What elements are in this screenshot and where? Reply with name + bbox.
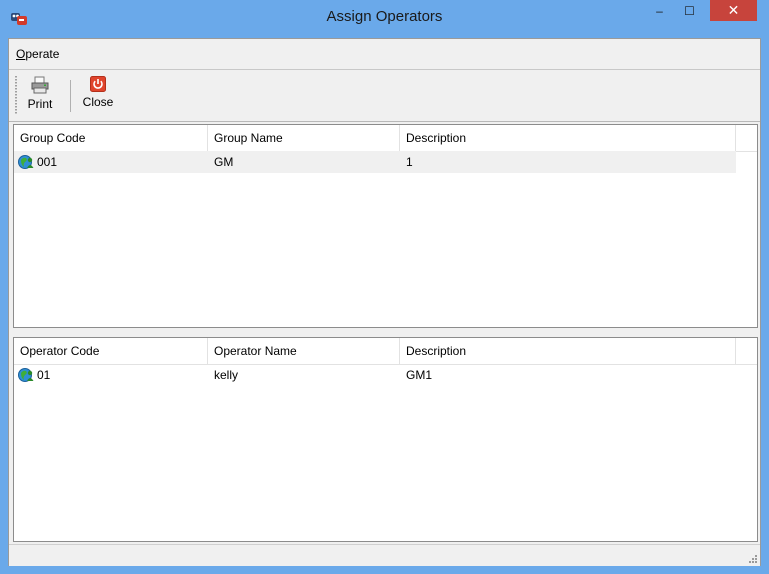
toolbar-grip[interactable] bbox=[15, 76, 17, 114]
toolbar: Print Close bbox=[9, 70, 760, 122]
column-header-filler bbox=[736, 125, 757, 151]
power-icon bbox=[90, 76, 106, 92]
operators-grid-header: Operator Code Operator Name Description bbox=[14, 338, 757, 365]
minimize-button[interactable]: ‒ bbox=[646, 0, 673, 21]
column-header-operator-code[interactable]: Operator Code bbox=[14, 338, 208, 364]
client-area: Operate Print Close Group Code Group Nam… bbox=[8, 38, 761, 566]
column-header-group-code[interactable]: Group Code bbox=[14, 125, 208, 151]
globe-users-icon bbox=[18, 155, 34, 169]
group-code-cell: 001 bbox=[14, 151, 208, 173]
column-header-filler bbox=[736, 338, 757, 364]
menu-operate[interactable]: Operate bbox=[16, 47, 59, 61]
minimize-icon: ‒ bbox=[656, 3, 663, 18]
group-code-value: 001 bbox=[37, 155, 58, 169]
menu-operate-accelerator: O bbox=[16, 47, 26, 61]
close-label: Close bbox=[82, 95, 114, 109]
grid-splitter[interactable] bbox=[13, 329, 758, 335]
operator-code-value: 01 bbox=[37, 368, 51, 382]
column-header-description[interactable]: Description bbox=[400, 125, 736, 151]
printer-icon bbox=[31, 76, 49, 94]
menu-bar: Operate bbox=[9, 39, 760, 70]
column-header-description[interactable]: Description bbox=[400, 338, 736, 364]
operator-code-cell: 01 bbox=[14, 364, 208, 386]
groups-grid-header: Group Code Group Name Description bbox=[14, 125, 757, 152]
resize-grip-icon[interactable] bbox=[747, 553, 757, 563]
menu-operate-label: perate bbox=[25, 47, 60, 61]
operators-grid[interactable]: Operator Code Operator Name Description … bbox=[13, 337, 758, 542]
column-header-group-name[interactable]: Group Name bbox=[208, 125, 400, 151]
close-button[interactable]: Close bbox=[81, 76, 115, 116]
group-name-cell: GM bbox=[214, 155, 234, 169]
print-label: Print bbox=[27, 97, 53, 111]
operator-description-cell: GM1 bbox=[406, 368, 433, 382]
close-window-button[interactable]: ✕ bbox=[710, 0, 757, 21]
operator-name-cell: kelly bbox=[214, 368, 239, 382]
maximize-icon: ☐ bbox=[684, 3, 695, 18]
groups-grid[interactable]: Group Code Group Name Description 001 GM… bbox=[13, 124, 758, 328]
globe-users-icon bbox=[18, 368, 34, 382]
print-button[interactable]: Print bbox=[25, 76, 55, 116]
group-description-cell: 1 bbox=[406, 155, 413, 169]
title-bar[interactable]: Assign Operators ‒ ☐ ✕ bbox=[0, 0, 769, 38]
assign-operators-window: Assign Operators ‒ ☐ ✕ Operate Print Clo… bbox=[0, 0, 769, 574]
table-row[interactable]: 01 kelly GM1 bbox=[14, 364, 736, 386]
maximize-button[interactable]: ☐ bbox=[676, 0, 703, 21]
column-header-operator-name[interactable]: Operator Name bbox=[208, 338, 400, 364]
table-row[interactable]: 001 GM 1 bbox=[14, 151, 736, 173]
toolbar-separator bbox=[70, 80, 71, 112]
close-icon: ✕ bbox=[727, 2, 740, 18]
status-bar bbox=[9, 544, 760, 566]
